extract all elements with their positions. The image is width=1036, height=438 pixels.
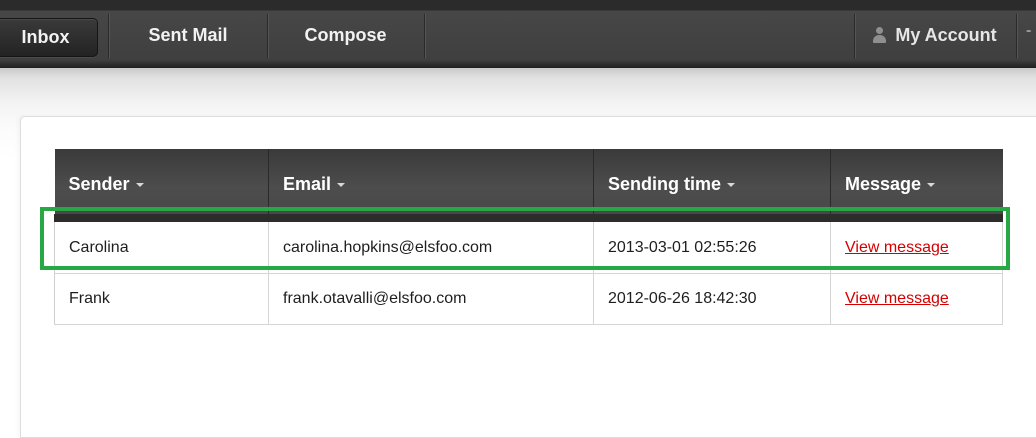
- view-message-link[interactable]: View message: [845, 290, 949, 307]
- user-icon: [873, 27, 887, 43]
- cell-sender: Carolina: [54, 218, 269, 274]
- nav-separator: [854, 14, 855, 58]
- table-row: Carolina carolina.hopkins@elsfoo.com 201…: [54, 218, 1003, 274]
- cell-message: View message: [830, 218, 1003, 274]
- nav-my-account[interactable]: My Account: [856, 12, 1014, 58]
- column-header-sending-time[interactable]: Sending time: [593, 149, 831, 222]
- nav-my-account-label: My Account: [895, 24, 997, 45]
- table-header-row: Sender Email Sending time Message: [54, 149, 1003, 222]
- view-message-link[interactable]: View message: [845, 239, 949, 256]
- sort-caret-icon: [135, 182, 144, 187]
- nav-compose[interactable]: Compose: [268, 12, 423, 58]
- nav-sent-mail-label: Sent Mail: [148, 24, 228, 45]
- cell-sending-time: 2013-03-01 02:55:26: [593, 218, 831, 274]
- nav-overflow-icon: -: [1026, 22, 1032, 39]
- top-navigation-bar: Inbox Sent Mail Compose My Account -: [0, 0, 1036, 68]
- messages-table: Sender Email Sending time Message Caroli…: [54, 149, 1003, 325]
- column-header-sender[interactable]: Sender: [54, 149, 269, 222]
- sort-caret-icon: [927, 182, 936, 187]
- nav-separator: [424, 14, 425, 58]
- cell-email: carolina.hopkins@elsfoo.com: [268, 218, 594, 274]
- column-header-email[interactable]: Email: [268, 149, 594, 222]
- nav-sent-mail[interactable]: Sent Mail: [110, 12, 266, 58]
- cell-email: frank.otavalli@elsfoo.com: [268, 273, 594, 325]
- cell-message: View message: [830, 273, 1003, 325]
- nav-separator: [108, 14, 109, 58]
- sort-caret-icon: [727, 182, 736, 187]
- cell-sending-time: 2012-06-26 18:42:30: [593, 273, 831, 325]
- nav-inbox-label: Inbox: [21, 27, 70, 47]
- nav-compose-label: Compose: [304, 24, 387, 45]
- table-row: Frank frank.otavalli@elsfoo.com 2012-06-…: [54, 273, 1003, 325]
- nav-separator: [1016, 14, 1017, 58]
- column-header-message[interactable]: Message: [830, 149, 1003, 222]
- nav-inbox[interactable]: Inbox: [0, 18, 98, 57]
- cell-sender: Frank: [54, 273, 269, 325]
- sort-caret-icon: [337, 182, 346, 187]
